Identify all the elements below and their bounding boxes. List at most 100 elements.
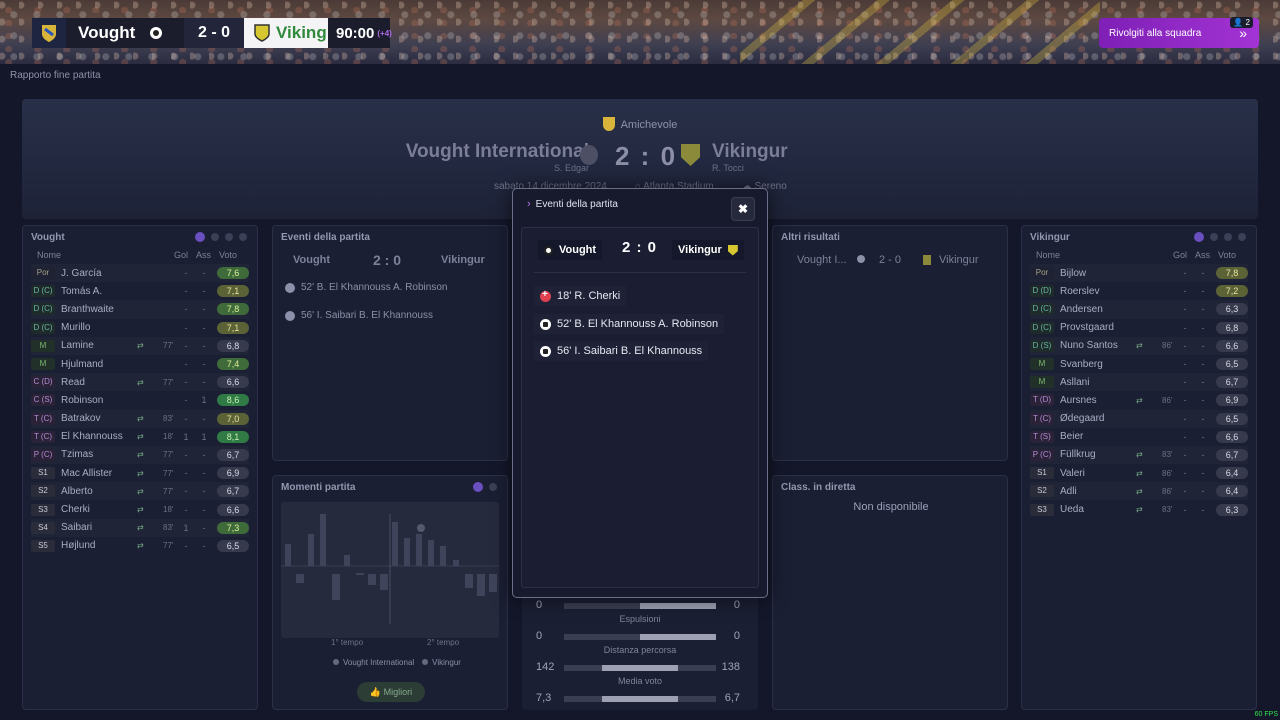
player-row[interactable]: S1 Valeri ⇄ 86' - -6,4 bbox=[1030, 464, 1248, 482]
player-row[interactable]: S2 Alberto ⇄ 77' - -6,7 bbox=[31, 482, 249, 500]
player-name[interactable]: Højlund bbox=[61, 540, 137, 551]
player-name[interactable]: Provstgaard bbox=[1060, 322, 1136, 333]
player-row[interactable]: M Hjulmand - -7,4 bbox=[31, 355, 249, 373]
player-name[interactable]: Murillo bbox=[61, 322, 137, 333]
player-name[interactable]: Adli bbox=[1060, 486, 1136, 497]
player-name[interactable]: J. García bbox=[61, 268, 137, 279]
player-assists: 1 bbox=[201, 431, 207, 442]
other-result-row[interactable]: Vought I... 2 - 0 Vikingur bbox=[781, 250, 991, 272]
moments-pager[interactable] bbox=[473, 482, 497, 492]
substitution-minute: 77' bbox=[163, 486, 174, 496]
player-name[interactable]: Tomás A. bbox=[61, 286, 137, 297]
player-name[interactable]: El Khannouss bbox=[61, 431, 137, 442]
player-row[interactable]: T (C) El Khannouss ⇄ 18' 1 1 8,1 bbox=[31, 428, 249, 446]
stat-row: 7,3 6,7 bbox=[522, 692, 758, 706]
player-row[interactable]: S5 Højlund ⇄ 77' - -6,5 bbox=[31, 537, 249, 555]
player-name[interactable]: Saibari bbox=[61, 522, 137, 533]
substitution-minute: 18' bbox=[163, 505, 174, 515]
player-name[interactable]: Robinson bbox=[61, 395, 137, 406]
substitution-minute: 77' bbox=[163, 341, 174, 351]
player-row[interactable]: Por J. García - -7,6 bbox=[31, 264, 249, 282]
player-name[interactable]: Füllkrug bbox=[1060, 449, 1136, 460]
player-goals: - bbox=[184, 377, 188, 388]
event-item: 56' I. Saibari B. El Khannouss bbox=[285, 310, 433, 321]
player-row[interactable]: C (D) Read ⇄ 77' - -6,6 bbox=[31, 373, 249, 391]
player-rating: 7,3 bbox=[217, 521, 249, 534]
player-assists: - bbox=[1201, 468, 1205, 479]
talk-to-team-button[interactable]: Rivolgiti alla squadra » 👤 2 bbox=[1099, 17, 1259, 48]
player-row[interactable]: C (S) Robinson - 1 8,6 bbox=[31, 391, 249, 409]
player-name[interactable]: Svanberg bbox=[1060, 359, 1136, 370]
player-row[interactable]: T (D) Aursnes ⇄ 86' - -6,9 bbox=[1030, 391, 1248, 409]
player-name[interactable]: Andersen bbox=[1060, 304, 1136, 315]
player-name[interactable]: Bijlow bbox=[1060, 268, 1136, 279]
player-row[interactable]: P (C) Füllkrug ⇄ 83' - -6,7 bbox=[1030, 446, 1248, 464]
away-crest-icon bbox=[923, 255, 931, 265]
player-name[interactable]: Beier bbox=[1060, 431, 1136, 442]
player-row[interactable]: D (C) Murillo - -7,1 bbox=[31, 319, 249, 337]
player-row[interactable]: D (S) Nuno Santos ⇄ 86' - -6,6 bbox=[1030, 337, 1248, 355]
player-row[interactable]: D (C) Branthwaite - -7,8 bbox=[31, 300, 249, 318]
competition-crest-icon bbox=[32, 18, 66, 48]
player-row[interactable]: S3 Ueda ⇄ 83' - -6,3 bbox=[1030, 500, 1248, 518]
player-row[interactable]: S1 Mac Allister ⇄ 77' - -6,9 bbox=[31, 464, 249, 482]
player-name[interactable]: Ødegaard bbox=[1060, 413, 1136, 424]
dialog-away-team: Vikingur bbox=[672, 240, 744, 260]
player-assists: - bbox=[202, 322, 206, 333]
position-badge: T (S) bbox=[1030, 430, 1054, 443]
player-row[interactable]: M Asllani - -6,7 bbox=[1030, 373, 1248, 391]
panel-pager[interactable] bbox=[195, 232, 247, 242]
events-panel: Eventi della partita Vought 2 : 0 Viking… bbox=[272, 225, 508, 461]
player-row[interactable]: D (D) Roerslev - -7,2 bbox=[1030, 282, 1248, 300]
player-name[interactable]: Aursnes bbox=[1060, 395, 1136, 406]
player-name[interactable]: Read bbox=[61, 377, 137, 388]
position-badge: D (D) bbox=[1030, 285, 1054, 298]
home-team-name[interactable]: Vought International bbox=[406, 141, 589, 163]
substitution-icon: ⇄ bbox=[137, 341, 144, 351]
stat-home-bar bbox=[564, 634, 640, 640]
stat-away-fill bbox=[640, 603, 716, 609]
player-name[interactable]: Valeri bbox=[1060, 468, 1136, 479]
player-name[interactable]: Tzimas bbox=[61, 449, 137, 460]
substitution-minute: 86' bbox=[1162, 468, 1173, 478]
close-button[interactable]: ✖ bbox=[731, 197, 755, 221]
player-row[interactable]: D (C) Provstgaard - -6,8 bbox=[1030, 319, 1248, 337]
substitution-minute: 77' bbox=[163, 541, 174, 551]
panel-pager[interactable] bbox=[1194, 232, 1246, 242]
player-name[interactable]: Alberto bbox=[61, 486, 137, 497]
player-row[interactable]: P (C) Tzimas ⇄ 77' - -6,7 bbox=[31, 446, 249, 464]
away-team-name[interactable]: Vikingur bbox=[712, 141, 788, 163]
best-moments-button[interactable]: 👍 Migliori bbox=[357, 682, 425, 702]
player-row[interactable]: S4 Saibari ⇄ 83' 1 -7,3 bbox=[31, 519, 249, 537]
player-row[interactable]: D (C) Tomás A. - -7,1 bbox=[31, 282, 249, 300]
player-name[interactable]: Mac Allister bbox=[61, 468, 137, 479]
player-rating: 6,3 bbox=[1216, 503, 1248, 516]
player-row[interactable]: M Lamine ⇄ 77' - -6,8 bbox=[31, 337, 249, 355]
player-row[interactable]: S3 Cherki ⇄ 18' - -6,6 bbox=[31, 500, 249, 518]
player-goals: - bbox=[1183, 431, 1187, 442]
player-name[interactable]: Branthwaite bbox=[61, 304, 137, 315]
player-name[interactable]: Nuno Santos bbox=[1060, 340, 1136, 351]
stat-row: 00 bbox=[522, 630, 758, 644]
player-row[interactable]: T (C) Ødegaard - -6,5 bbox=[1030, 410, 1248, 428]
player-name[interactable]: Ueda bbox=[1060, 504, 1136, 515]
player-assists: - bbox=[202, 304, 206, 315]
player-name[interactable]: Asllani bbox=[1060, 377, 1136, 388]
player-row[interactable]: S2 Adli ⇄ 86' - -6,4 bbox=[1030, 482, 1248, 500]
stand-stripes bbox=[740, 0, 1100, 64]
player-goals: - bbox=[184, 359, 188, 370]
player-row[interactable]: Por Bijlow - -7,8 bbox=[1030, 264, 1248, 282]
player-name[interactable]: Lamine bbox=[61, 340, 137, 351]
player-name[interactable]: Hjulmand bbox=[61, 359, 137, 370]
player-row[interactable]: D (C) Andersen - -6,3 bbox=[1030, 300, 1248, 318]
player-row[interactable]: T (C) Batrakov ⇄ 83' - -7,0 bbox=[31, 410, 249, 428]
player-name[interactable]: Cherki bbox=[61, 504, 137, 515]
substitution-icon: ⇄ bbox=[137, 523, 144, 533]
player-row[interactable]: T (S) Beier - -6,6 bbox=[1030, 428, 1248, 446]
player-name[interactable]: Batrakov bbox=[61, 413, 137, 424]
substitution-minute: 83' bbox=[1162, 505, 1173, 515]
player-goals: - bbox=[1183, 359, 1187, 370]
player-name[interactable]: Roerslev bbox=[1060, 286, 1136, 297]
substitution-icon: ⇄ bbox=[137, 486, 144, 496]
player-row[interactable]: M Svanberg - -6,5 bbox=[1030, 355, 1248, 373]
